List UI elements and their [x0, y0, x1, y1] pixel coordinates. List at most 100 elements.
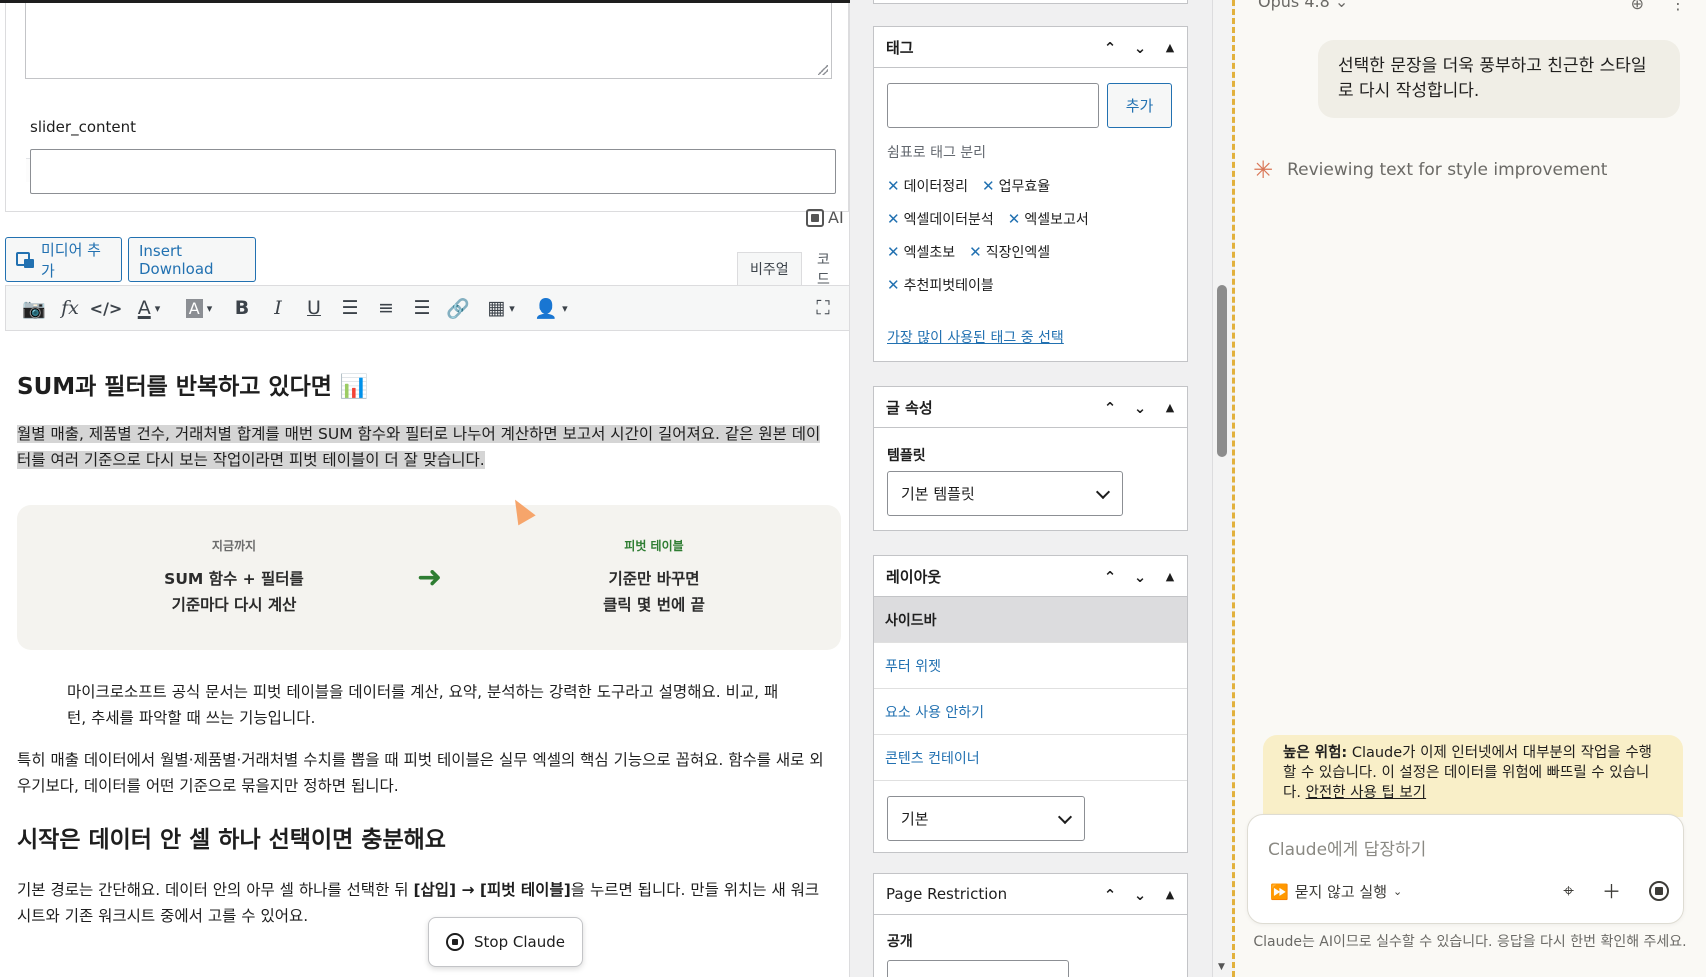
tag-item: ✕ 업무효율 [982, 176, 1050, 196]
tag-label: 엑셀초보 [903, 244, 956, 261]
move-up-icon[interactable]: ⌃ [1099, 399, 1121, 417]
collapse-icon[interactable]: ▲ [1159, 570, 1181, 583]
restriction-box-controls: ⌃ ⌄ ▲ [1099, 874, 1181, 915]
run-mode-label: 묻지 않고 실행 [1294, 883, 1388, 901]
stop-generation-icon[interactable] [1649, 880, 1669, 901]
page-scrollbar[interactable]: ▼ [1212, 0, 1234, 977]
pointer-select-icon[interactable]: ⌖ [1563, 880, 1574, 902]
add-tag-button[interactable]: 추가 [1107, 83, 1172, 128]
move-up-icon[interactable]: ⌃ [1099, 568, 1121, 586]
person-icon[interactable]: 👤 [526, 290, 576, 326]
code-icon[interactable]: </> [88, 290, 124, 326]
move-down-icon[interactable]: ⌄ [1129, 886, 1151, 904]
plus-icon[interactable]: ＋ [1602, 877, 1621, 904]
move-down-icon[interactable]: ⌄ [1129, 39, 1151, 57]
layout-tab-footer-widget[interactable]: 푸터 위젯 [874, 643, 1187, 689]
run-mode-selector[interactable]: ⏩ 묻지 않고 실행 ⌄ [1270, 881, 1402, 902]
align-left-icon[interactable]: ☰ [332, 290, 368, 326]
move-up-icon[interactable]: ⌃ [1099, 39, 1121, 57]
editor-content[interactable]: SUM과 필터를 반복하고 있다면 📊 월별 매출, 제품별 건수, 거래처별 … [5, 333, 849, 977]
collapse-icon[interactable]: ▲ [1159, 41, 1181, 54]
slider-content-input[interactable] [30, 149, 836, 194]
background-color-icon[interactable]: A [174, 290, 224, 326]
editor-toolbar: 📷 fx </> A A B I U ☰ ≡ ☰ 🔗 ▦ 👤 ⛶ [5, 285, 849, 331]
claude-spark-icon: ✳ [1253, 156, 1274, 184]
move-down-icon[interactable]: ⌄ [1129, 399, 1151, 417]
scroll-down-icon[interactable]: ▼ [1218, 962, 1225, 972]
tab-visual[interactable]: 비주얼 [737, 252, 802, 285]
align-center-icon[interactable]: ≡ [368, 290, 404, 326]
remove-tag-icon[interactable]: ✕ [887, 243, 900, 261]
remove-tag-icon[interactable]: ✕ [887, 210, 900, 228]
custom-field-textarea[interactable] [25, 0, 832, 182]
layout-box: 레이아웃 ⌃ ⌄ ▲ 사이드바 푸터 위젯 요소 사용 안하기 콘텐츠 컨테이너… [873, 555, 1188, 853]
safety-tips-link[interactable]: 안전한 사용 팁 보기 [1306, 785, 1427, 801]
visibility-select[interactable] [887, 960, 1069, 977]
layout-tab-sidebar[interactable]: 사이드바 [874, 597, 1187, 643]
tag-input[interactable] [887, 83, 1099, 128]
tag-item: ✕ 추천피벗테이블 [887, 275, 994, 295]
composer-actions: ⌖ ＋ [1563, 877, 1669, 904]
heading-start: 시작은 데이터 안 셀 하나 선택이면 충분해요 [17, 827, 446, 853]
bold-icon[interactable]: B [224, 290, 260, 326]
insert-download-button[interactable]: Insert Download [128, 237, 256, 282]
risk-warning: 높은 위험: Claude가 이제 인터넷에서 대부분의 작업을 수행할 수 있… [1263, 735, 1683, 817]
path-text-b: [삽입] → [피벗 테이블] [413, 881, 571, 899]
comparison-card: 지금까지 SUM 함수 + 필터를 기준마다 다시 계산 ➜ 피벗 테이블 기준… [17, 505, 841, 650]
collapse-icon[interactable]: ▲ [1159, 888, 1181, 901]
after-line-1: 기준만 바꾸면 [608, 570, 700, 588]
tag-label: 엑셀데이터분석 [903, 211, 994, 228]
more-icon[interactable]: ⋮ [1670, 0, 1686, 13]
scrollbar-thumb[interactable] [1217, 285, 1227, 457]
move-up-icon[interactable]: ⌃ [1099, 886, 1121, 904]
reply-composer[interactable]: Claude에게 답장하기 ⏩ 묻지 않고 실행 ⌄ ⌖ ＋ [1247, 814, 1684, 924]
reply-input[interactable]: Claude에게 답장하기 [1268, 835, 1426, 860]
add-media-button[interactable]: 미디어 추가 [5, 237, 122, 282]
sidebar-layout-select[interactable]: 기본 [887, 796, 1085, 841]
stop-claude-button[interactable]: Stop Claude [428, 917, 583, 967]
collapse-icon[interactable]: ▲ [1159, 401, 1181, 414]
custom-fields-box: slider_content [5, 0, 849, 212]
page-restriction-box: Page Restriction ⌃ ⌄ ▲ 공개 [873, 873, 1188, 977]
before-line-2: 기준마다 다시 계산 [171, 596, 297, 614]
ai-badge-label: AI [828, 208, 844, 227]
tag-list: ✕ 데이터정리 ✕ 업무효율 ✕ 엑셀데이터분석 ✕ 엑셀보고서 ✕ 엑셀초보 ✕ 직장인엑… [887, 169, 1177, 301]
remove-tag-icon[interactable]: ✕ [887, 177, 900, 195]
formula-icon[interactable]: fx [52, 290, 88, 326]
italic-icon[interactable]: I [260, 290, 296, 326]
most-used-tags-link[interactable]: 가장 많이 사용된 태그 중 선택 [887, 327, 1064, 347]
align-right-icon[interactable]: ☰ [404, 290, 440, 326]
template-select[interactable]: 기본 템플릿 [887, 471, 1123, 516]
move-down-icon[interactable]: ⌄ [1129, 568, 1151, 586]
table-icon[interactable]: ▦ [476, 290, 526, 326]
underline-icon[interactable]: U [296, 290, 332, 326]
link-icon[interactable]: 🔗 [440, 290, 476, 326]
camera-icon[interactable]: 📷 [16, 290, 52, 326]
blockquote: 마이크로소프트 공식 문서는 피벗 테이블을 데이터를 계산, 요약, 분석하는… [67, 683, 779, 727]
tag-hint: 쉼표로 태그 분리 [887, 145, 987, 161]
tag-item: ✕ 직장인엑셀 [969, 242, 1050, 262]
attributes-box-title: 글 속성 [886, 398, 933, 417]
warning-title: 높은 위험: [1283, 745, 1348, 761]
model-selector[interactable]: Opus 4.8 ⌄ [1258, 0, 1348, 11]
resize-grip-icon[interactable] [818, 65, 828, 75]
fullscreen-icon[interactable]: ⛶ [805, 290, 841, 326]
remove-tag-icon[interactable]: ✕ [887, 276, 900, 294]
after-caption: 피벗 테이블 [624, 539, 684, 553]
fast-forward-icon: ⏩ [1270, 882, 1289, 901]
restriction-box-header: Page Restriction ⌃ ⌄ ▲ [874, 874, 1187, 915]
layout-tab-content-container[interactable]: 콘텐츠 컨테이너 [874, 735, 1187, 781]
tab-code[interactable]: 코드 [805, 252, 849, 288]
text-color-icon[interactable]: A [124, 290, 174, 326]
panel-top-actions: ⊕ ⋮ [1631, 0, 1686, 13]
tag-row: ✕ 데이터정리 ✕ 업무효율 [887, 169, 1177, 202]
attributes-box-controls: ⌃ ⌄ ▲ [1099, 387, 1181, 428]
tag-label: 추천피벗테이블 [903, 277, 994, 294]
remove-tag-icon[interactable]: ✕ [1008, 210, 1021, 228]
ai-badge[interactable]: AI [806, 208, 844, 227]
new-chat-icon[interactable]: ⊕ [1631, 0, 1644, 13]
layout-tab-disable-elements[interactable]: 요소 사용 안하기 [874, 689, 1187, 735]
after-line-2: 클릭 몇 번에 끝 [603, 596, 705, 614]
remove-tag-icon[interactable]: ✕ [982, 177, 995, 195]
remove-tag-icon[interactable]: ✕ [969, 243, 982, 261]
